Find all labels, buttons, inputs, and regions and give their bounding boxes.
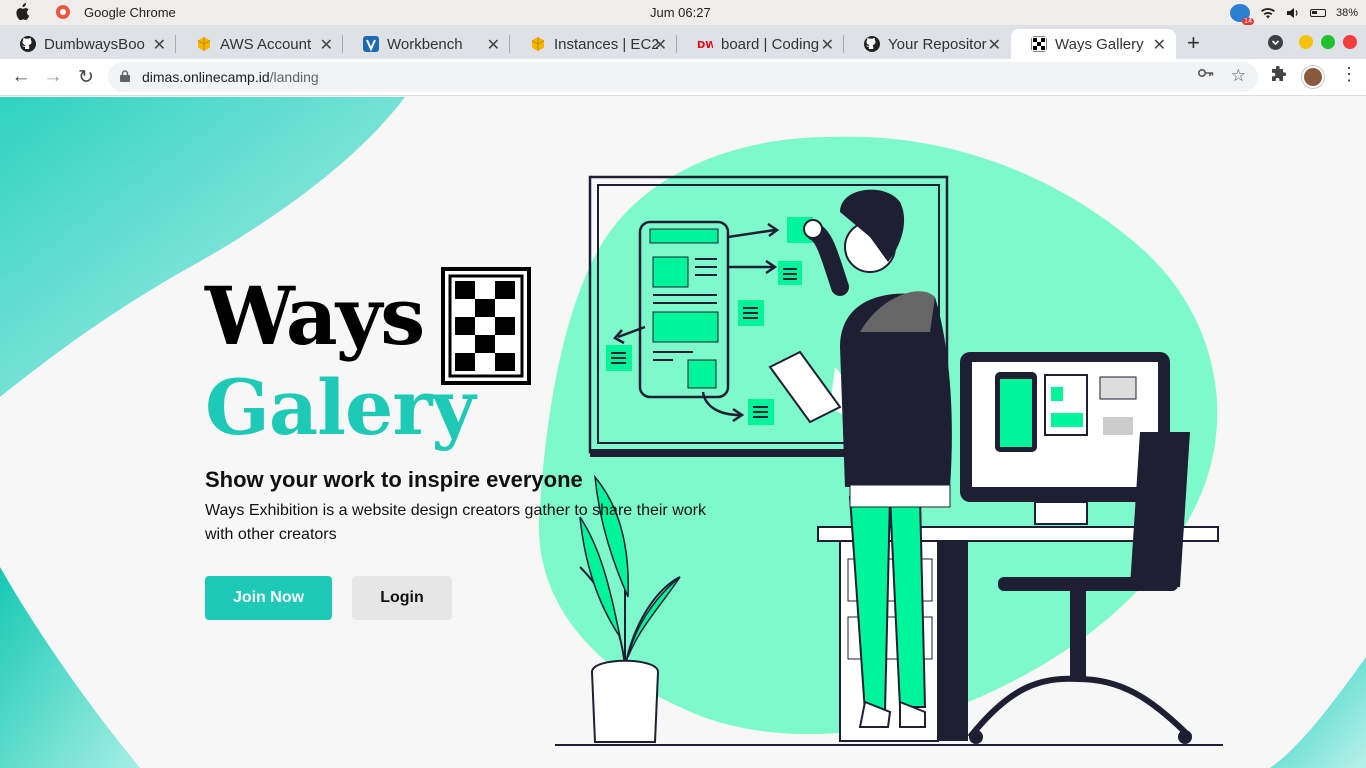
designer-illustration [555,175,1223,746]
landing-page: Ways Galery Show your work to inspire ev… [0,97,1366,768]
chrome-app-icon [56,5,70,19]
notification-count: 14 [1242,18,1254,25]
workbench-icon [363,36,379,52]
tab-workbench[interactable]: Workbench ✕ [343,29,510,59]
minimize-button[interactable] [1299,35,1313,49]
volume-icon[interactable] [1286,7,1300,19]
tab-label: DumbwaysBoo [44,35,145,53]
close-window-button[interactable] [1343,35,1357,49]
hero-tagline: Show your work to inspire everyone [205,467,583,492]
menubar-clock[interactable]: Jum 06:27 [650,5,711,20]
tab-label: Ways Gallery [1055,35,1144,53]
forward-icon[interactable]: → [41,65,65,89]
lock-icon[interactable] [120,70,130,82]
tab-dumbwaysboo[interactable]: DumbwaysBoo ✕ [0,29,176,59]
reload-icon[interactable]: ↻ [74,65,98,89]
tab-ways-gallery[interactable]: Ways Gallery ✕ [1011,29,1176,59]
address-bar[interactable]: dimas.onlinecamp.id/landing ☆ [108,62,1258,92]
close-tab-icon[interactable]: ✕ [320,35,333,55]
profile-avatar[interactable] [1302,66,1324,88]
close-tab-icon[interactable]: ✕ [1153,35,1166,55]
wifi-icon[interactable] [1260,7,1276,19]
logo-word-ways: Ways [205,269,425,363]
url-path: /landing [269,69,319,85]
tab-label: board | Coding [721,35,820,53]
os-menubar: Google Chrome Jum 06:27 14 38% [0,0,1366,25]
tab-instances-ec2[interactable]: Instances | EC2 ✕ [510,29,677,59]
svg-text:DW: DW [697,40,713,51]
extensions-icon[interactable] [1270,66,1287,83]
join-now-button[interactable]: Join Now [205,576,332,620]
tab-label: Your Repositor [888,35,987,53]
checker-icon [1031,36,1047,52]
close-tab-icon[interactable]: ✕ [487,35,500,55]
login-button[interactable]: Login [352,576,452,620]
url-host: dimas.onlinecamp.id [142,69,270,85]
url-text: dimas.onlinecamp.id/landing [142,69,319,85]
status-area: 14 38% [1229,4,1358,25]
dumbways-icon: DW [697,40,713,51]
tab-strip: DumbwaysBoo ✕ AWS Account ✕ Workbench ✕ … [0,25,1366,59]
close-tab-icon[interactable]: ✕ [821,35,834,55]
github-icon [864,36,880,52]
close-tab-icon[interactable]: ✕ [988,35,1001,55]
active-app-name[interactable]: Google Chrome [84,5,176,20]
close-tab-icon[interactable]: ✕ [654,35,667,55]
battery-percent: 38% [1335,7,1358,19]
back-icon[interactable]: ← [9,65,33,89]
tab-your-repositories[interactable]: Your Repositor ✕ [844,29,1011,59]
close-tab-icon[interactable]: ✕ [153,35,166,55]
new-tab-button[interactable]: + [1187,30,1200,56]
battery-icon[interactable] [1309,9,1326,17]
apple-icon[interactable] [14,3,30,21]
tab-aws-account[interactable]: AWS Account ✕ [176,29,343,59]
aws-icon [197,37,211,51]
tab-label: Workbench [387,35,463,53]
tab-label: Instances | EC2 [554,35,658,53]
tab-search-icon[interactable] [1268,35,1283,50]
github-icon [20,36,36,52]
hero-description: Ways Exhibition is a website design crea… [205,502,706,543]
key-icon[interactable] [1198,68,1214,78]
logo-word-galery: Galery [205,363,476,452]
bookmark-star-icon[interactable]: ☆ [1231,66,1246,86]
browser-menu-icon[interactable]: ⋮ [1340,64,1358,85]
browser-toolbar: ← → ↻ dimas.onlinecamp.id/landing ☆ [0,59,1366,96]
notification-icon[interactable]: 14 [1229,4,1254,25]
tab-label: AWS Account [220,35,312,53]
tab-board-coding[interactable]: DW board | Coding ✕ [677,29,844,59]
maximize-button[interactable] [1321,35,1335,49]
aws-icon [531,37,545,51]
